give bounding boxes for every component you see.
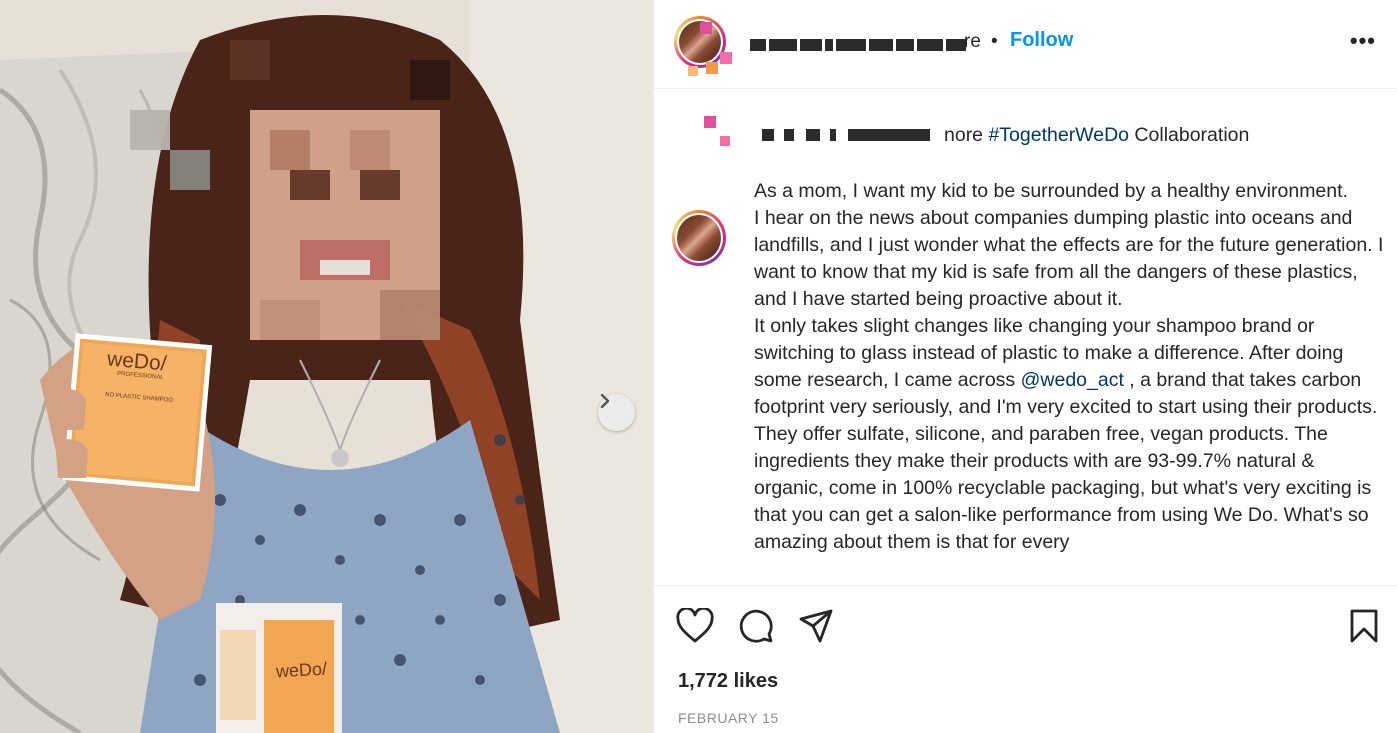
caption-username-redacted[interactable] bbox=[754, 125, 944, 143]
caption-text-part1: As a mom, I want my kid to be surrounded… bbox=[754, 180, 1384, 391]
heart-icon bbox=[676, 606, 714, 643]
bookmark-icon bbox=[1350, 609, 1378, 643]
more-options-button[interactable]: ••• bbox=[1350, 28, 1376, 54]
caption-username-tail: nore bbox=[944, 124, 984, 146]
post-photo bbox=[0, 0, 653, 733]
author-username-tail: re bbox=[964, 31, 981, 52]
save-button[interactable] bbox=[1349, 608, 1379, 648]
post-actions: 1,772 likes FEBRUARY 15 bbox=[654, 585, 1397, 733]
author-username-redacted[interactable] bbox=[750, 36, 966, 54]
caption-header-line: nore #TogetherWeDo Collaboration bbox=[754, 124, 1249, 147]
separator-dot: • bbox=[991, 31, 998, 52]
post-header: re • Follow ••• bbox=[654, 0, 1397, 89]
caption-author-avatar[interactable] bbox=[672, 210, 726, 266]
post-media[interactable]: weDo/ PROFESSIONAL NO PLASTIC SHAMPOO we… bbox=[0, 0, 653, 733]
comment-icon bbox=[739, 609, 773, 643]
caption-section: nore #TogetherWeDo Collaboration As a mo… bbox=[654, 90, 1397, 584]
chevron-right-icon bbox=[600, 394, 610, 408]
post-panel: re • Follow ••• nore #TogetherWeDo Colla… bbox=[653, 0, 1397, 733]
caption-header-suffix: Collaboration bbox=[1129, 124, 1250, 146]
follow-button[interactable]: Follow bbox=[1010, 29, 1073, 52]
send-icon bbox=[799, 609, 833, 643]
likes-count[interactable]: 1,772 likes bbox=[678, 670, 778, 693]
post-date[interactable]: FEBRUARY 15 bbox=[678, 710, 779, 726]
product-brand-label-2: weDo/ bbox=[275, 658, 328, 682]
comment-button[interactable] bbox=[738, 608, 774, 648]
share-button[interactable] bbox=[798, 608, 834, 648]
caption-text-part2: , a brand that takes carbon footprint ve… bbox=[754, 369, 1378, 553]
caption-body: As a mom, I want my kid to be surrounded… bbox=[754, 178, 1384, 556]
mention-link[interactable]: @wedo_act bbox=[1021, 369, 1124, 391]
next-media-button[interactable] bbox=[598, 394, 635, 431]
like-button[interactable] bbox=[676, 606, 714, 648]
caption-avatar-pixelation bbox=[680, 116, 740, 176]
avatar-pixelation bbox=[680, 22, 740, 82]
hashtag-link[interactable]: #TogetherWeDo bbox=[988, 124, 1129, 146]
